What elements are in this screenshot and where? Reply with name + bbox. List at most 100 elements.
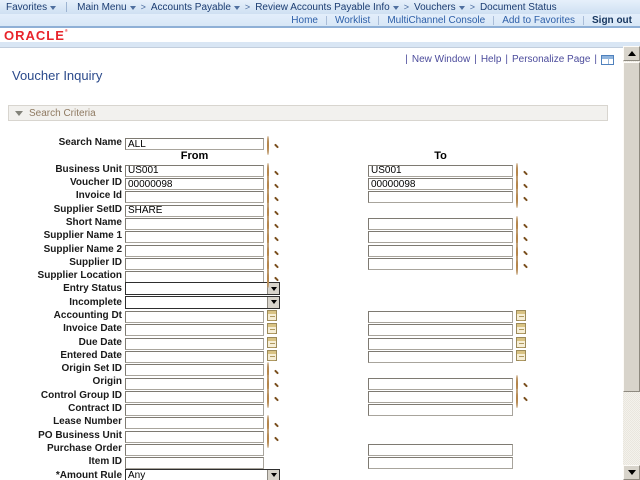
business-unit-from-lookup-icon[interactable] [267, 164, 278, 175]
page-title: Voucher Inquiry [12, 68, 102, 83]
entry-status-from-select[interactable] [125, 282, 280, 295]
home-link[interactable]: Home [291, 15, 318, 26]
add-to-favorites-link[interactable]: Add to Favorites [502, 15, 575, 26]
supplier-name-2-to-lookup-icon[interactable] [516, 244, 527, 255]
voucher-id-to-lookup-icon[interactable] [516, 177, 527, 188]
origin-to-lookup-icon[interactable] [516, 376, 527, 387]
item-id-from-input[interactable] [125, 457, 264, 469]
form-row: PO Business Unit [0, 429, 622, 442]
entered-date-to-input[interactable] [368, 351, 513, 363]
control-group-id-to-lookup-icon[interactable] [516, 390, 527, 401]
accounting-dt-to-calendar-icon[interactable] [516, 310, 526, 321]
field-label: Voucher ID [0, 177, 125, 188]
worklist-link[interactable]: Worklist [335, 15, 370, 26]
invoice-id-to-input[interactable] [368, 191, 513, 203]
dropdown-arrow-icon[interactable] [267, 283, 279, 294]
favorites-label: Favorites [6, 2, 47, 13]
breadcrumb-item-main-menu[interactable]: Main Menu [77, 2, 135, 13]
scrollbar-thumb[interactable] [623, 62, 640, 392]
accounting-dt-from-calendar-icon[interactable] [267, 310, 277, 321]
form-row: Invoice Date [0, 322, 622, 335]
business-unit-to-lookup-icon[interactable] [516, 164, 527, 175]
invoice-date-to-calendar-icon[interactable] [516, 323, 526, 334]
control-group-id-from-lookup-icon[interactable] [267, 390, 278, 401]
origin-from-lookup-icon[interactable] [267, 376, 278, 387]
field-label: Origin Set ID [0, 363, 125, 374]
breadcrumb-separator: > [245, 2, 250, 12]
form-row: Supplier SetID [0, 202, 622, 215]
field-label: *Amount Rule [0, 470, 125, 480]
form-row: Invoice Id [0, 189, 622, 202]
supplier-id-to-lookup-icon[interactable] [516, 257, 527, 268]
voucher-id-from-lookup-icon[interactable] [267, 177, 278, 188]
supplier-name-2-from-lookup-icon[interactable] [267, 244, 278, 255]
breadcrumb-item-review-accounts-payable-info[interactable]: Review Accounts Payable Info [255, 2, 399, 13]
lookup-icon[interactable] [267, 137, 278, 148]
invoice-id-to-lookup-icon[interactable] [516, 190, 527, 201]
supplier-setid-from-lookup-icon[interactable] [267, 204, 278, 215]
lease-number-from-lookup-icon[interactable] [267, 416, 278, 427]
form-row: Contract ID [0, 402, 622, 415]
form-row: Due Date [0, 335, 622, 348]
new-window-link[interactable]: New Window [412, 54, 470, 65]
help-link[interactable]: Help [481, 54, 502, 65]
form-row: Incomplete [0, 296, 622, 309]
chevron-down-icon [459, 6, 465, 10]
multichannel-console-link[interactable]: MultiChannel Console [387, 15, 485, 26]
form-row: Business Unit [0, 163, 622, 176]
item-id-to-input[interactable] [368, 457, 513, 469]
vertical-scrollbar[interactable] [623, 46, 640, 480]
breadcrumb: Favorites Main Menu>Accounts Payable>Rev… [0, 0, 640, 14]
form-row: Supplier Name 1 [0, 229, 622, 242]
amount-rule-from-select[interactable]: Any [125, 469, 280, 480]
link-divider [378, 16, 379, 25]
field-label: Supplier SetID [0, 204, 125, 215]
form-row: *Amount RuleAny [0, 468, 622, 480]
entered-date-to-calendar-icon[interactable] [516, 350, 526, 361]
personalize-page-link[interactable]: Personalize Page [512, 54, 590, 65]
breadcrumb-item-vouchers[interactable]: Vouchers [414, 2, 465, 13]
column-header-row: From To [0, 149, 622, 162]
supplier-name-1-from-lookup-icon[interactable] [267, 230, 278, 241]
favorites-menu[interactable]: Favorites [6, 2, 56, 13]
invoice-id-from-lookup-icon[interactable] [267, 190, 278, 201]
form-row: Voucher ID [0, 176, 622, 189]
scroll-down-button[interactable] [623, 465, 640, 480]
breadcrumb-item-accounts-payable[interactable]: Accounts Payable [151, 2, 240, 13]
personalize-layout-grid-icon[interactable] [601, 55, 614, 65]
supplier-location-from-lookup-icon[interactable] [267, 270, 278, 281]
entered-date-from-calendar-icon[interactable] [267, 350, 277, 361]
search-name-input[interactable] [125, 138, 264, 150]
search-criteria-section-header[interactable]: Search Criteria [8, 105, 608, 121]
form-row: Lease Number [0, 415, 622, 428]
form-row: Entered Date [0, 349, 622, 362]
field-label: Search Name [0, 137, 125, 148]
field-label: Supplier Name 1 [0, 230, 125, 241]
field-label: Item ID [0, 456, 125, 467]
contract-id-to-input[interactable] [368, 404, 513, 416]
origin-set-id-from-lookup-icon[interactable] [267, 363, 278, 374]
invoice-date-from-calendar-icon[interactable] [267, 323, 277, 334]
field-label: Entry Status [0, 283, 125, 294]
chevron-down-icon [50, 6, 56, 10]
form-row: Supplier Location [0, 269, 622, 282]
supplier-name-1-to-lookup-icon[interactable] [516, 230, 527, 241]
dropdown-arrow-icon[interactable] [267, 297, 279, 308]
sign-out-link[interactable]: Sign out [592, 15, 632, 26]
short-name-from-lookup-icon[interactable] [267, 217, 278, 228]
header-link-bar: Home Worklist MultiChannel Console Add to F… [0, 14, 640, 28]
due-date-from-calendar-icon[interactable] [267, 337, 277, 348]
supplier-id-to-input[interactable] [368, 258, 513, 270]
breadcrumb-item-document-status[interactable]: Document Status [480, 2, 557, 13]
scroll-up-button[interactable] [623, 46, 640, 61]
field-label: Control Group ID [0, 390, 125, 401]
section-title: Search Criteria [29, 108, 96, 119]
dropdown-arrow-icon[interactable] [267, 470, 279, 480]
supplier-id-from-lookup-icon[interactable] [267, 257, 278, 268]
due-date-to-calendar-icon[interactable] [516, 337, 526, 348]
po-business-unit-from-lookup-icon[interactable] [267, 430, 278, 441]
short-name-to-lookup-icon[interactable] [516, 217, 527, 228]
collapse-triangle-icon[interactable] [15, 111, 23, 116]
supplier-location-from-input[interactable] [125, 271, 264, 283]
field-label: PO Business Unit [0, 430, 125, 441]
